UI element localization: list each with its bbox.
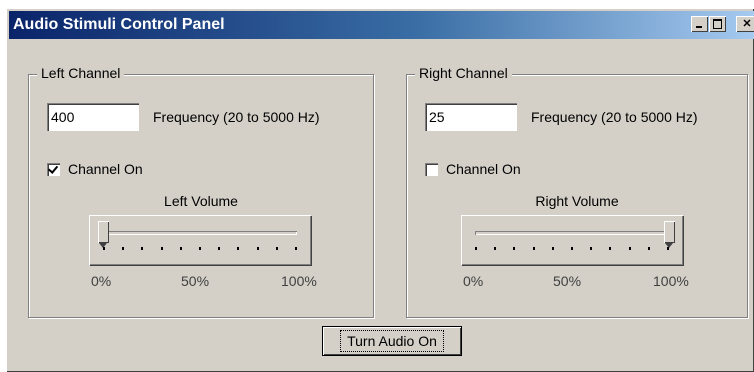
right-slider-tick bbox=[609, 247, 612, 250]
left-frequency-label: Frequency (20 to 5000 Hz) bbox=[153, 109, 320, 125]
right-slider-tick bbox=[494, 247, 497, 250]
left-scale-50: 50% bbox=[181, 273, 210, 289]
left-slider-thumb[interactable] bbox=[98, 221, 109, 248]
left-slider-tick bbox=[256, 247, 259, 250]
right-scale-100: 100% bbox=[653, 273, 689, 289]
right-scale-50: 50% bbox=[553, 273, 582, 289]
right-scale-0: 0% bbox=[463, 273, 484, 289]
left-slider-tick bbox=[141, 247, 144, 250]
left-slider-tick bbox=[179, 247, 182, 250]
right-slider-tick bbox=[590, 247, 593, 250]
left-slider-tick bbox=[160, 247, 163, 250]
left-channel-on-checkbox[interactable]: Channel On bbox=[47, 161, 143, 177]
left-slider-tick bbox=[275, 247, 278, 250]
right-slider-thumb[interactable] bbox=[664, 221, 675, 248]
right-slider-tick bbox=[571, 247, 573, 250]
left-slider-tick bbox=[218, 247, 221, 250]
right-volume-label: Right Volume bbox=[535, 193, 619, 209]
right-slider-tick bbox=[667, 247, 669, 250]
control-panel-window: Audio Stimuli Control Panel ✕ Left Chann… bbox=[6, 8, 754, 372]
right-slider-tick bbox=[513, 247, 516, 250]
right-slider-ticks bbox=[475, 247, 669, 251]
left-frequency-input[interactable] bbox=[47, 103, 139, 131]
right-slider-tick bbox=[551, 247, 554, 250]
left-slider-ticks bbox=[103, 247, 297, 251]
turn-audio-on-button[interactable]: Turn Audio On bbox=[322, 326, 462, 356]
close-icon[interactable]: ✕ bbox=[736, 16, 754, 32]
turn-audio-on-label: Turn Audio On bbox=[340, 330, 444, 352]
right-slider-tick bbox=[628, 247, 631, 250]
minimize-icon[interactable] bbox=[691, 16, 708, 32]
right-slider-track bbox=[475, 231, 669, 235]
left-volume-label: Left Volume bbox=[164, 193, 238, 209]
left-channel-group: Left Channel Frequency (20 to 5000 Hz) C… bbox=[28, 65, 374, 318]
right-frequency-label: Frequency (20 to 5000 Hz) bbox=[531, 109, 698, 125]
left-scale-0: 0% bbox=[91, 273, 112, 289]
right-channel-on-checkbox[interactable]: Channel On bbox=[425, 161, 521, 177]
right-frequency-input[interactable] bbox=[425, 103, 517, 131]
left-slider-tick bbox=[237, 247, 240, 250]
left-slider-track bbox=[103, 231, 297, 235]
right-slider-tick bbox=[647, 247, 650, 250]
title-bar[interactable]: Audio Stimuli Control Panel ✕ bbox=[9, 11, 754, 39]
left-checkbox-box[interactable] bbox=[47, 162, 60, 176]
right-volume-slider[interactable] bbox=[461, 215, 683, 265]
right-channel-group: Right Channel Frequency (20 to 5000 Hz) … bbox=[406, 65, 748, 318]
left-volume-slider[interactable] bbox=[89, 215, 311, 265]
left-slider-tick bbox=[122, 247, 125, 250]
right-slider-tick bbox=[532, 247, 535, 250]
right-slider-tick bbox=[475, 247, 477, 250]
left-slider-tick bbox=[295, 247, 297, 250]
left-channel-legend: Left Channel bbox=[37, 65, 125, 81]
left-channel-on-label: Channel On bbox=[68, 161, 143, 177]
right-channel-legend: Right Channel bbox=[415, 65, 512, 81]
window-title: Audio Stimuli Control Panel bbox=[13, 16, 225, 33]
left-slider-tick bbox=[103, 247, 105, 250]
left-scale-100: 100% bbox=[281, 273, 317, 289]
right-checkbox-box[interactable] bbox=[425, 162, 438, 176]
maximize-icon[interactable] bbox=[709, 16, 726, 32]
right-channel-on-label: Channel On bbox=[446, 161, 521, 177]
left-slider-tick bbox=[199, 247, 201, 250]
